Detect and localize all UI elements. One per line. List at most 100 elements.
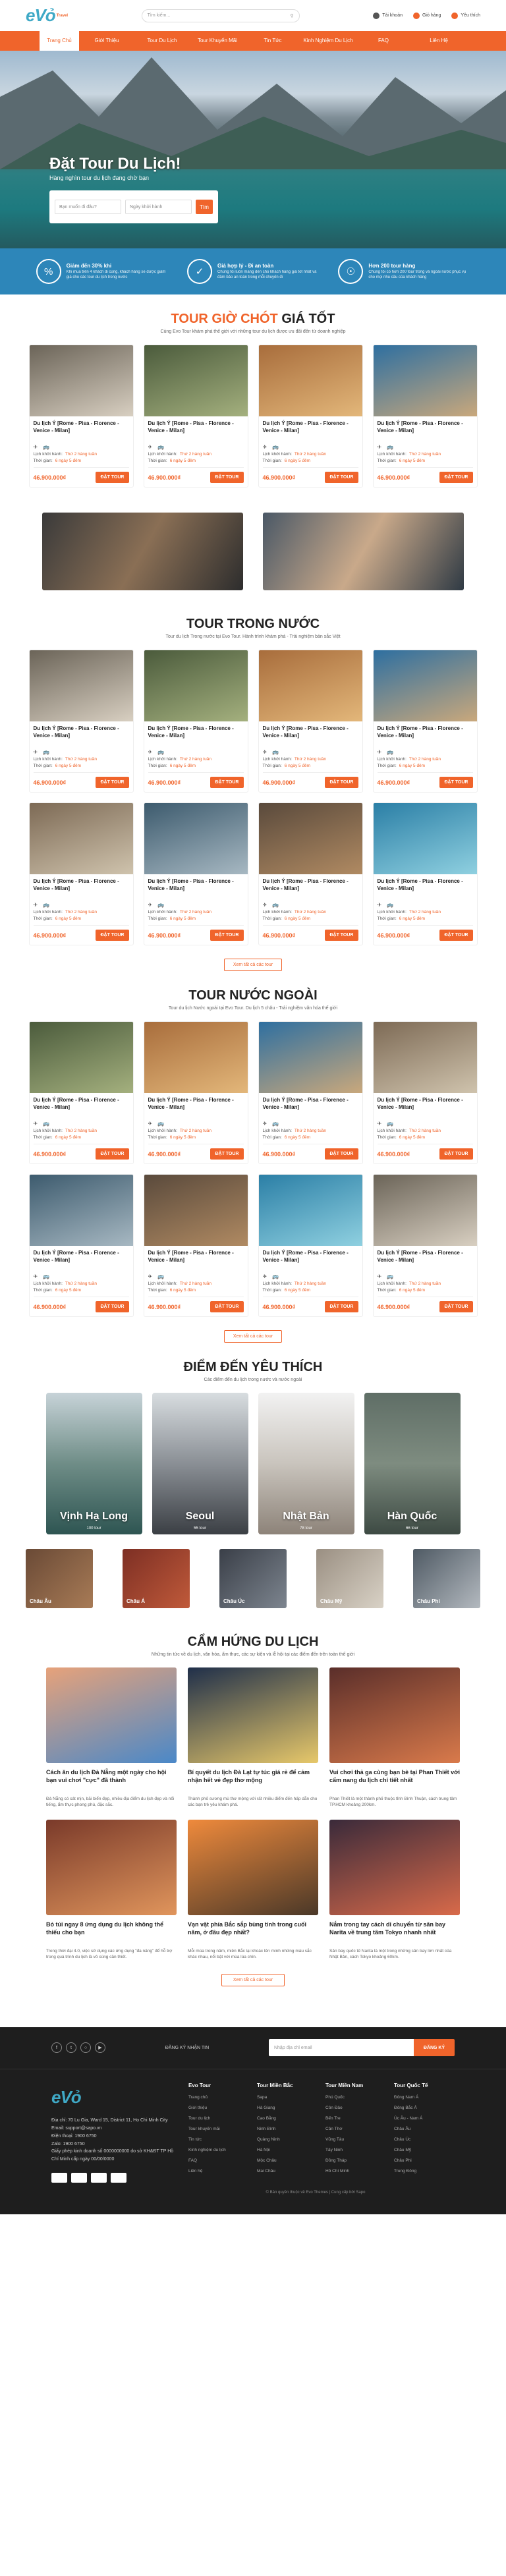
article-card[interactable]: Vạn vật phía Bắc sắp bùng tỉnh trong cuố…	[188, 1819, 318, 1961]
book-tour-button[interactable]: ĐẶT TOUR	[96, 1148, 129, 1160]
footer-link[interactable]: Kinh nghiệm du lịch	[188, 2148, 245, 2152]
tour-image[interactable]	[144, 1022, 248, 1093]
nav-tours[interactable]: Tour Du Lịch	[134, 31, 190, 51]
search-button[interactable]: Tìm	[196, 200, 213, 214]
footer-link[interactable]: Giới thiệu	[188, 2106, 245, 2110]
tour-image[interactable]	[29, 803, 133, 874]
footer-link[interactable]: Đông Nam Á	[394, 2095, 451, 2100]
nav-about[interactable]: Giới Thiệu	[79, 31, 134, 51]
article-title[interactable]: Bí quyết du lịch Đà Lạt tự túc giá rẻ để…	[188, 1768, 318, 1793]
destination-card[interactable]: Nhật Bản 78 tour	[258, 1393, 354, 1534]
subscribe-button[interactable]: ĐĂNG KÝ	[413, 2039, 455, 2057]
tour-card[interactable]: Du lịch Ý [Rome - Pisa - Florence - Veni…	[28, 1021, 134, 1164]
tour-card[interactable]: Du lịch Ý [Rome - Pisa - Florence - Veni…	[258, 1174, 363, 1317]
tour-name[interactable]: Du lịch Ý [Rome - Pisa - Florence - Veni…	[378, 1097, 473, 1119]
promo-banner[interactable]	[263, 513, 464, 590]
tour-card[interactable]: Du lịch Ý [Rome - Pisa - Florence - Veni…	[372, 345, 478, 488]
nav-home[interactable]: Trang Chủ	[40, 31, 79, 51]
footer-link[interactable]: Trung Đông	[394, 2169, 451, 2173]
date-input[interactable]: Ngày khởi hành	[125, 200, 192, 214]
tour-name[interactable]: Du lịch Ý [Rome - Pisa - Florence - Veni…	[378, 420, 473, 442]
tour-name[interactable]: Du lịch Ý [Rome - Pisa - Florence - Veni…	[263, 1250, 358, 1272]
article-image[interactable]	[329, 1819, 460, 1915]
article-image[interactable]	[188, 1819, 318, 1915]
tour-image[interactable]	[258, 1022, 362, 1093]
twitter-icon[interactable]: t	[66, 2042, 76, 2054]
footer-link[interactable]: Quảng Ninh	[257, 2137, 314, 2142]
footer-link[interactable]: Cần Thơ	[325, 2127, 382, 2131]
tour-image[interactable]	[144, 803, 248, 874]
tour-card[interactable]: Du lịch Ý [Rome - Pisa - Florence - Veni…	[143, 1174, 248, 1317]
article-title[interactable]: Cách ăn du lịch Đà Nẵng một ngày cho hội…	[46, 1768, 177, 1793]
nav-news[interactable]: Tin Tức	[245, 31, 300, 51]
facebook-icon[interactable]: f	[51, 2042, 62, 2054]
book-tour-button[interactable]: ĐẶT TOUR	[439, 930, 473, 941]
tour-name[interactable]: Du lịch Ý [Rome - Pisa - Florence - Veni…	[148, 1097, 244, 1119]
tour-image[interactable]	[258, 1175, 362, 1246]
tour-image[interactable]	[144, 1175, 248, 1246]
tour-name[interactable]: Du lịch Ý [Rome - Pisa - Florence - Veni…	[263, 725, 358, 747]
book-tour-button[interactable]: ĐẶT TOUR	[325, 1148, 358, 1160]
tour-image[interactable]	[373, 1022, 477, 1093]
tour-card[interactable]: Du lịch Ý [Rome - Pisa - Florence - Veni…	[372, 1174, 478, 1317]
view-all-articles-button[interactable]: Xem tất cả các tour	[221, 1973, 285, 1986]
article-card[interactable]: Bí quyết du lịch Đà Lạt tự túc giá rẻ để…	[188, 1667, 318, 1808]
newsletter-email-input[interactable]: Nhập địa chỉ email	[268, 2039, 414, 2057]
continent-card[interactable]: Châu Mỹ	[316, 1549, 383, 1608]
tour-image[interactable]	[29, 1175, 133, 1246]
tour-name[interactable]: Du lịch Ý [Rome - Pisa - Florence - Veni…	[378, 878, 473, 900]
nav-experience[interactable]: Kinh Nghiệm Du Lịch	[300, 31, 356, 51]
footer-link[interactable]: Châu Phi	[394, 2158, 451, 2163]
footer-link[interactable]: Úc Âu - Nam Á	[394, 2116, 451, 2121]
footer-link[interactable]: Mộc Châu	[257, 2158, 314, 2163]
tour-name[interactable]: Du lịch Ý [Rome - Pisa - Florence - Veni…	[34, 878, 129, 900]
tour-card[interactable]: Du lịch Ý [Rome - Pisa - Florence - Veni…	[28, 802, 134, 945]
footer-link[interactable]: Côn Đảo	[325, 2106, 382, 2110]
book-tour-button[interactable]: ĐẶT TOUR	[439, 1301, 473, 1312]
footer-link[interactable]: Mai Châu	[257, 2169, 314, 2173]
tour-image[interactable]	[373, 345, 477, 416]
footer-logo[interactable]: eVỏ	[51, 2083, 177, 2112]
tour-name[interactable]: Du lịch Ý [Rome - Pisa - Florence - Veni…	[34, 420, 129, 442]
tour-image[interactable]	[144, 650, 248, 721]
tour-name[interactable]: Du lịch Ý [Rome - Pisa - Florence - Veni…	[34, 1097, 129, 1119]
search-input[interactable]: Tìm kiếm... ⚲	[141, 9, 300, 22]
article-card[interactable]: Cách ăn du lịch Đà Nẵng một ngày cho hội…	[46, 1667, 177, 1808]
tour-card[interactable]: Du lịch Ý [Rome - Pisa - Florence - Veni…	[258, 345, 363, 488]
tour-card[interactable]: Du lịch Ý [Rome - Pisa - Florence - Veni…	[143, 650, 248, 793]
footer-link[interactable]: Châu Úc	[394, 2137, 451, 2142]
footer-link[interactable]: Sapa	[257, 2095, 314, 2100]
footer-link[interactable]: Tour du lịch	[188, 2116, 245, 2121]
tour-card[interactable]: Du lịch Ý [Rome - Pisa - Florence - Veni…	[28, 1174, 134, 1317]
article-title[interactable]: Vui chơi thả ga cùng bạn bè tại Phan Thi…	[329, 1768, 460, 1793]
account-link[interactable]: Tài khoản	[373, 12, 403, 19]
tour-card[interactable]: Du lịch Ý [Rome - Pisa - Florence - Veni…	[143, 345, 248, 488]
footer-link[interactable]: Châu Mỹ	[394, 2148, 451, 2152]
tour-name[interactable]: Du lịch Ý [Rome - Pisa - Florence - Veni…	[378, 725, 473, 747]
book-tour-button[interactable]: ĐẶT TOUR	[210, 777, 244, 788]
footer-link[interactable]: Vũng Tàu	[325, 2137, 382, 2142]
tour-card[interactable]: Du lịch Ý [Rome - Pisa - Florence - Veni…	[258, 1021, 363, 1164]
nav-promo[interactable]: Tour Khuyến Mãi	[190, 31, 245, 51]
continent-card[interactable]: Châu Âu	[26, 1549, 93, 1608]
footer-link[interactable]: Tour khuyến mãi	[188, 2127, 245, 2131]
footer-link[interactable]: Hồ Chí Minh	[325, 2169, 382, 2173]
tour-name[interactable]: Du lịch Ý [Rome - Pisa - Florence - Veni…	[148, 725, 244, 747]
article-card[interactable]: Nắm trong tay cách di chuyển từ sân bay …	[329, 1819, 460, 1961]
tour-image[interactable]	[258, 345, 362, 416]
tour-card[interactable]: Du lịch Ý [Rome - Pisa - Florence - Veni…	[28, 345, 134, 488]
article-card[interactable]: Vui chơi thả ga cùng bạn bè tại Phan Thi…	[329, 1667, 460, 1808]
tour-card[interactable]: Du lịch Ý [Rome - Pisa - Florence - Veni…	[372, 802, 478, 945]
tour-image[interactable]	[29, 345, 133, 416]
book-tour-button[interactable]: ĐẶT TOUR	[96, 777, 129, 788]
tour-name[interactable]: Du lịch Ý [Rome - Pisa - Florence - Veni…	[148, 1250, 244, 1272]
tour-name[interactable]: Du lịch Ý [Rome - Pisa - Florence - Veni…	[34, 1250, 129, 1272]
tour-name[interactable]: Du lịch Ý [Rome - Pisa - Florence - Veni…	[148, 878, 244, 900]
book-tour-button[interactable]: ĐẶT TOUR	[325, 930, 358, 941]
footer-link[interactable]: Liên hệ	[188, 2169, 245, 2173]
tour-image[interactable]	[258, 650, 362, 721]
nav-contact[interactable]: Liên Hệ	[411, 31, 466, 51]
footer-link[interactable]: Cao Bằng	[257, 2116, 314, 2121]
book-tour-button[interactable]: ĐẶT TOUR	[439, 1148, 473, 1160]
tour-image[interactable]	[29, 1022, 133, 1093]
